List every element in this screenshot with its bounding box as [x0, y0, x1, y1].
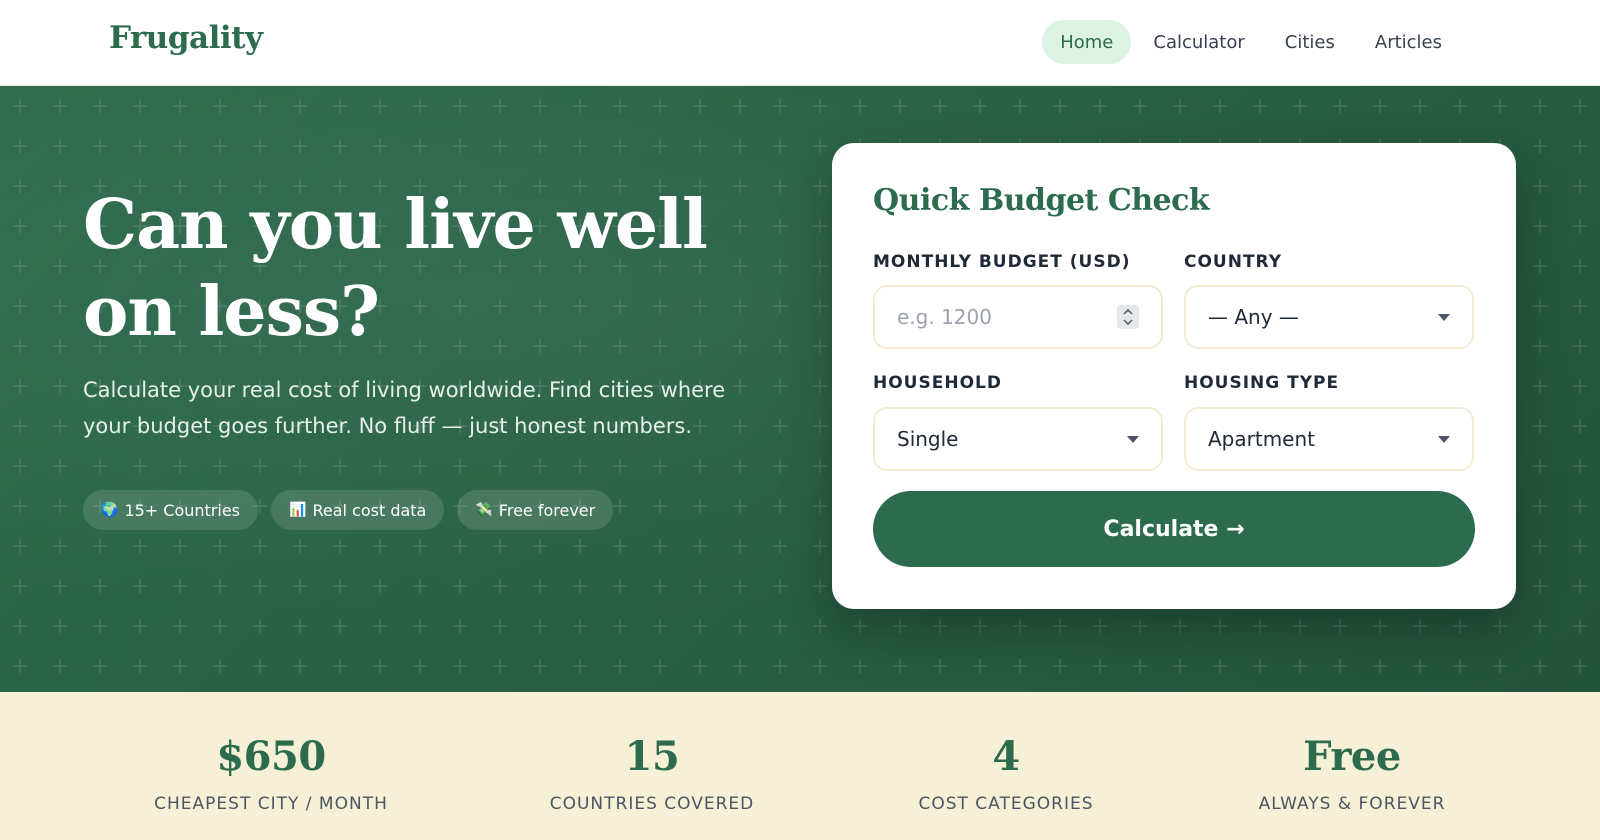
- chevron-down-icon: [1438, 435, 1450, 443]
- chevron-down-icon: [1438, 313, 1450, 321]
- number-stepper-icon[interactable]: [1117, 305, 1139, 329]
- country-select[interactable]: — Any —: [1184, 285, 1474, 349]
- stat-value: 4: [992, 733, 1020, 780]
- quick-budget-card: Quick Budget Check MONTHLY BUDGET (USD) …: [832, 143, 1516, 609]
- housing-type-label: HOUSING TYPE: [1184, 373, 1340, 393]
- stats-band: $650 CHEAPEST CITY / MONTH 15 COUNTRIES …: [0, 692, 1600, 840]
- household-select[interactable]: Single: [873, 407, 1163, 471]
- chevron-down-icon: [1127, 435, 1139, 443]
- brand-logo[interactable]: Frugality: [109, 20, 263, 56]
- chart-icon: 📊: [289, 502, 307, 518]
- card-title: Quick Budget Check: [873, 183, 1210, 218]
- stat-cheapest-city: $650 CHEAPEST CITY / MONTH: [111, 732, 431, 814]
- country-value: — Any —: [1208, 305, 1299, 329]
- stat-countries: 15 COUNTRIES COVERED: [492, 732, 812, 814]
- site-header: Frugality Home Calculator Cities Article…: [0, 0, 1600, 86]
- monthly-budget-placeholder: e.g. 1200: [897, 305, 992, 329]
- stat-categories: 4 COST CATEGORIES: [846, 732, 1166, 814]
- housing-type-value: Apartment: [1208, 427, 1316, 451]
- money-icon: 💸: [475, 502, 493, 518]
- monthly-budget-label: MONTHLY BUDGET (USD): [873, 252, 1131, 272]
- stat-free: Free ALWAYS & FOREVER: [1192, 732, 1512, 814]
- calculate-button[interactable]: Calculate →: [873, 491, 1475, 567]
- stepper-up-icon[interactable]: [1123, 309, 1133, 315]
- stat-value: $650: [216, 733, 326, 780]
- nav-item-cities[interactable]: Cities: [1267, 20, 1353, 64]
- stat-label: COST CATEGORIES: [918, 794, 1094, 814]
- monthly-budget-input[interactable]: e.g. 1200: [873, 285, 1163, 349]
- stat-label: ALWAYS & FOREVER: [1258, 794, 1446, 814]
- household-label: HOUSEHOLD: [873, 373, 1002, 393]
- hero-subtitle: Calculate your real cost of living world…: [83, 378, 726, 438]
- chip-countries: 🌍 15+ Countries: [83, 490, 259, 530]
- stat-value: 15: [624, 733, 680, 780]
- country-label: COUNTRY: [1184, 252, 1283, 272]
- hero-title: Can you live well on less?: [83, 185, 708, 352]
- nav-item-articles[interactable]: Articles: [1357, 20, 1460, 64]
- feature-chips: 🌍 15+ Countries 📊 Real cost data 💸 Free …: [83, 490, 614, 530]
- chip-cost-data: 📊 Real cost data: [271, 490, 445, 530]
- housing-type-select[interactable]: Apartment: [1184, 407, 1474, 471]
- globe-icon: 🌍: [101, 502, 119, 518]
- chip-free: 💸 Free forever: [457, 490, 614, 530]
- chip-label: Real cost data: [312, 500, 427, 520]
- stepper-down-icon[interactable]: [1123, 319, 1133, 325]
- chip-label: Free forever: [498, 500, 596, 520]
- stat-label: CHEAPEST CITY / MONTH: [154, 794, 388, 814]
- main-nav: Home Calculator Cities Articles: [1042, 20, 1460, 64]
- household-value: Single: [897, 427, 959, 451]
- chip-label: 15+ Countries: [124, 500, 241, 520]
- stat-label: COUNTRIES COVERED: [549, 794, 755, 814]
- stat-value: Free: [1303, 733, 1401, 780]
- nav-item-home[interactable]: Home: [1042, 20, 1132, 64]
- nav-item-calculator[interactable]: Calculator: [1135, 20, 1262, 64]
